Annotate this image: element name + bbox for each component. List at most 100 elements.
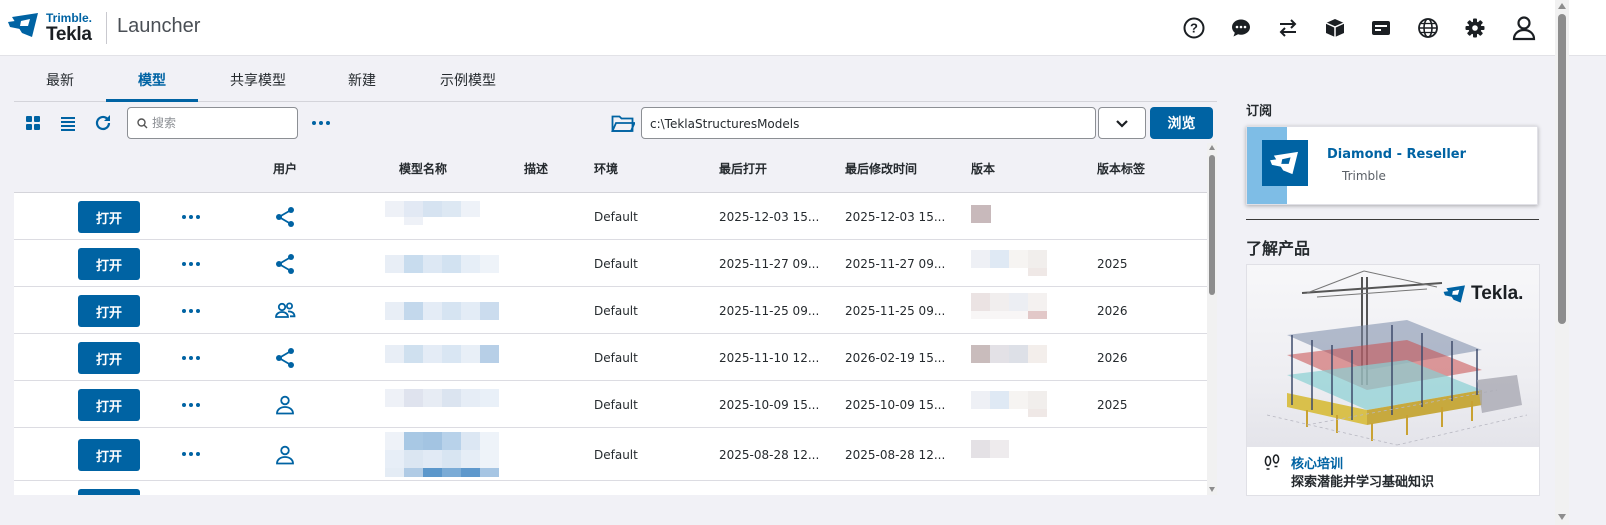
main-tabs: 最新 模型 共享模型 新建 示例模型 (14, 56, 1214, 102)
subscription-logo-icon (1262, 140, 1308, 186)
last-modified-cell: 2025-11-27 09... (845, 257, 946, 271)
scroll-up-icon[interactable] (1209, 145, 1215, 150)
table-row[interactable]: 打开 Default 2025-11-27 09... 2025-11-27 0… (14, 240, 1209, 287)
environment-cell: Default (594, 304, 638, 318)
license-icon[interactable] (1368, 15, 1394, 41)
grid-view-icon[interactable] (22, 112, 44, 134)
column-last-modified[interactable]: 最后修改时间 (845, 160, 917, 177)
page-scrollbar[interactable] (1555, 0, 1569, 525)
environment-cell: Default (594, 351, 638, 365)
row-more-icon[interactable] (179, 209, 203, 225)
settings-icon[interactable] (1462, 15, 1488, 41)
version-blurred (971, 250, 1047, 276)
side-divider (1246, 219, 1539, 220)
tab-recent[interactable]: 最新 (46, 70, 74, 90)
list-view-icon[interactable] (57, 112, 79, 134)
table-row[interactable]: 打开 Default 2025-08-28 12... 2025-08-28 1… (14, 428, 1209, 481)
column-last-opened[interactable]: 最后打开 (719, 160, 767, 177)
row-more-icon[interactable] (179, 350, 203, 366)
model-name-blurred (385, 432, 499, 477)
table-scrollbar-thumb[interactable] (1209, 155, 1215, 295)
table-row[interactable]: 打开 Default 2025-11-25 09... 2025-11-25 0… (14, 287, 1209, 334)
column-environment[interactable]: 环境 (594, 160, 618, 177)
footsteps-icon (1264, 454, 1280, 470)
share-icon (273, 205, 297, 229)
environment-cell: Default (594, 210, 638, 224)
package-icon[interactable] (1322, 15, 1348, 41)
account-icon[interactable] (1511, 15, 1537, 41)
subscription-company: Trimble (1342, 169, 1386, 183)
help-icon[interactable]: ? (1181, 15, 1207, 41)
subscription-card[interactable]: Diamond - Reseller Trimble (1246, 126, 1538, 205)
product-brand-label: Tekla. (1471, 283, 1524, 304)
last-modified-cell: 2026-02-19 15... (845, 351, 946, 365)
subscription-name[interactable]: Diamond - Reseller (1327, 147, 1466, 162)
tab-shared-models[interactable]: 共享模型 (230, 70, 286, 90)
open-button[interactable]: 打开 (78, 248, 140, 280)
search-input[interactable] (152, 114, 292, 132)
switch-icon[interactable] (1275, 15, 1301, 41)
browse-button[interactable]: 浏览 (1150, 107, 1213, 139)
row-more-icon[interactable] (179, 303, 203, 319)
column-description[interactable]: 描述 (524, 160, 548, 177)
version-blurred (971, 391, 1047, 417)
group-icon (273, 299, 297, 323)
version-blurred (971, 205, 991, 223)
version-tag-cell: 2025 (1097, 398, 1128, 412)
version-blurred (971, 293, 1047, 319)
environment-cell: Default (594, 398, 638, 412)
more-options-icon[interactable] (310, 112, 332, 134)
folder-icon[interactable] (610, 112, 636, 134)
app-header: Trimble. Tekla Launcher ? (0, 0, 1606, 56)
search-box (127, 107, 298, 139)
last-modified-cell: 2025-11-25 09... (845, 304, 946, 318)
table-scrollbar[interactable] (1207, 143, 1217, 495)
column-model-name[interactable]: 模型名称 (399, 160, 447, 177)
core-training-link[interactable]: 核心培训 (1291, 453, 1343, 472)
row-more-icon[interactable] (179, 397, 203, 413)
column-user[interactable]: 用户 (273, 160, 297, 177)
chat-icon[interactable] (1228, 15, 1254, 41)
page-scroll-up-icon[interactable] (1558, 3, 1566, 9)
learn-title: 了解产品 (1246, 239, 1311, 258)
table-row[interactable]: 打开 Default 2025-12-03 15... 2025-12-03 1… (14, 193, 1209, 240)
language-icon[interactable] (1415, 15, 1441, 41)
open-button-partial[interactable] (78, 489, 140, 495)
open-button[interactable]: 打开 (78, 295, 140, 327)
page-scrollbar-thumb[interactable] (1558, 14, 1566, 324)
version-blurred (971, 440, 1009, 458)
tab-models[interactable]: 模型 (138, 70, 166, 90)
active-tab-indicator (106, 99, 198, 102)
refresh-icon[interactable] (92, 112, 114, 134)
model-name-blurred (385, 302, 499, 320)
open-button[interactable]: 打开 (78, 342, 140, 374)
app-title: Launcher (117, 15, 201, 37)
table-row[interactable] (14, 481, 1209, 495)
scroll-down-icon[interactable] (1209, 487, 1215, 492)
environment-cell: Default (594, 257, 638, 271)
folder-dropdown-button[interactable] (1098, 107, 1146, 139)
model-folder-field (641, 107, 1096, 139)
share-icon (273, 346, 297, 370)
trimble-logo-icon (8, 13, 38, 37)
version-blurred (971, 345, 1047, 363)
model-name-blurred (385, 201, 480, 225)
tab-new[interactable]: 新建 (348, 70, 376, 90)
product-card[interactable]: Tekla. 核心培训 探索潜能并学习基础知识 (1246, 264, 1540, 496)
column-version[interactable]: 版本 (971, 160, 995, 177)
model-folder-input[interactable] (650, 115, 1080, 133)
product-image[interactable]: Tekla. (1247, 265, 1539, 447)
last-opened-cell: 2025-11-25 09... (719, 304, 820, 318)
open-button[interactable]: 打开 (78, 439, 140, 471)
open-button[interactable]: 打开 (78, 389, 140, 421)
table-row[interactable]: 打开 Default 2025-11-10 12... 2026-02-19 1… (14, 334, 1209, 381)
page-scroll-down-icon[interactable] (1558, 514, 1566, 520)
row-more-icon[interactable] (179, 446, 203, 462)
open-button[interactable]: 打开 (78, 201, 140, 233)
tab-example-models[interactable]: 示例模型 (440, 70, 496, 90)
table-row[interactable]: 打开 Default 2025-10-09 15... 2025-10-09 1… (14, 381, 1209, 428)
column-version-tag[interactable]: 版本标签 (1097, 160, 1145, 177)
search-icon (137, 118, 148, 129)
person-icon (273, 443, 297, 467)
row-more-icon[interactable] (179, 256, 203, 272)
